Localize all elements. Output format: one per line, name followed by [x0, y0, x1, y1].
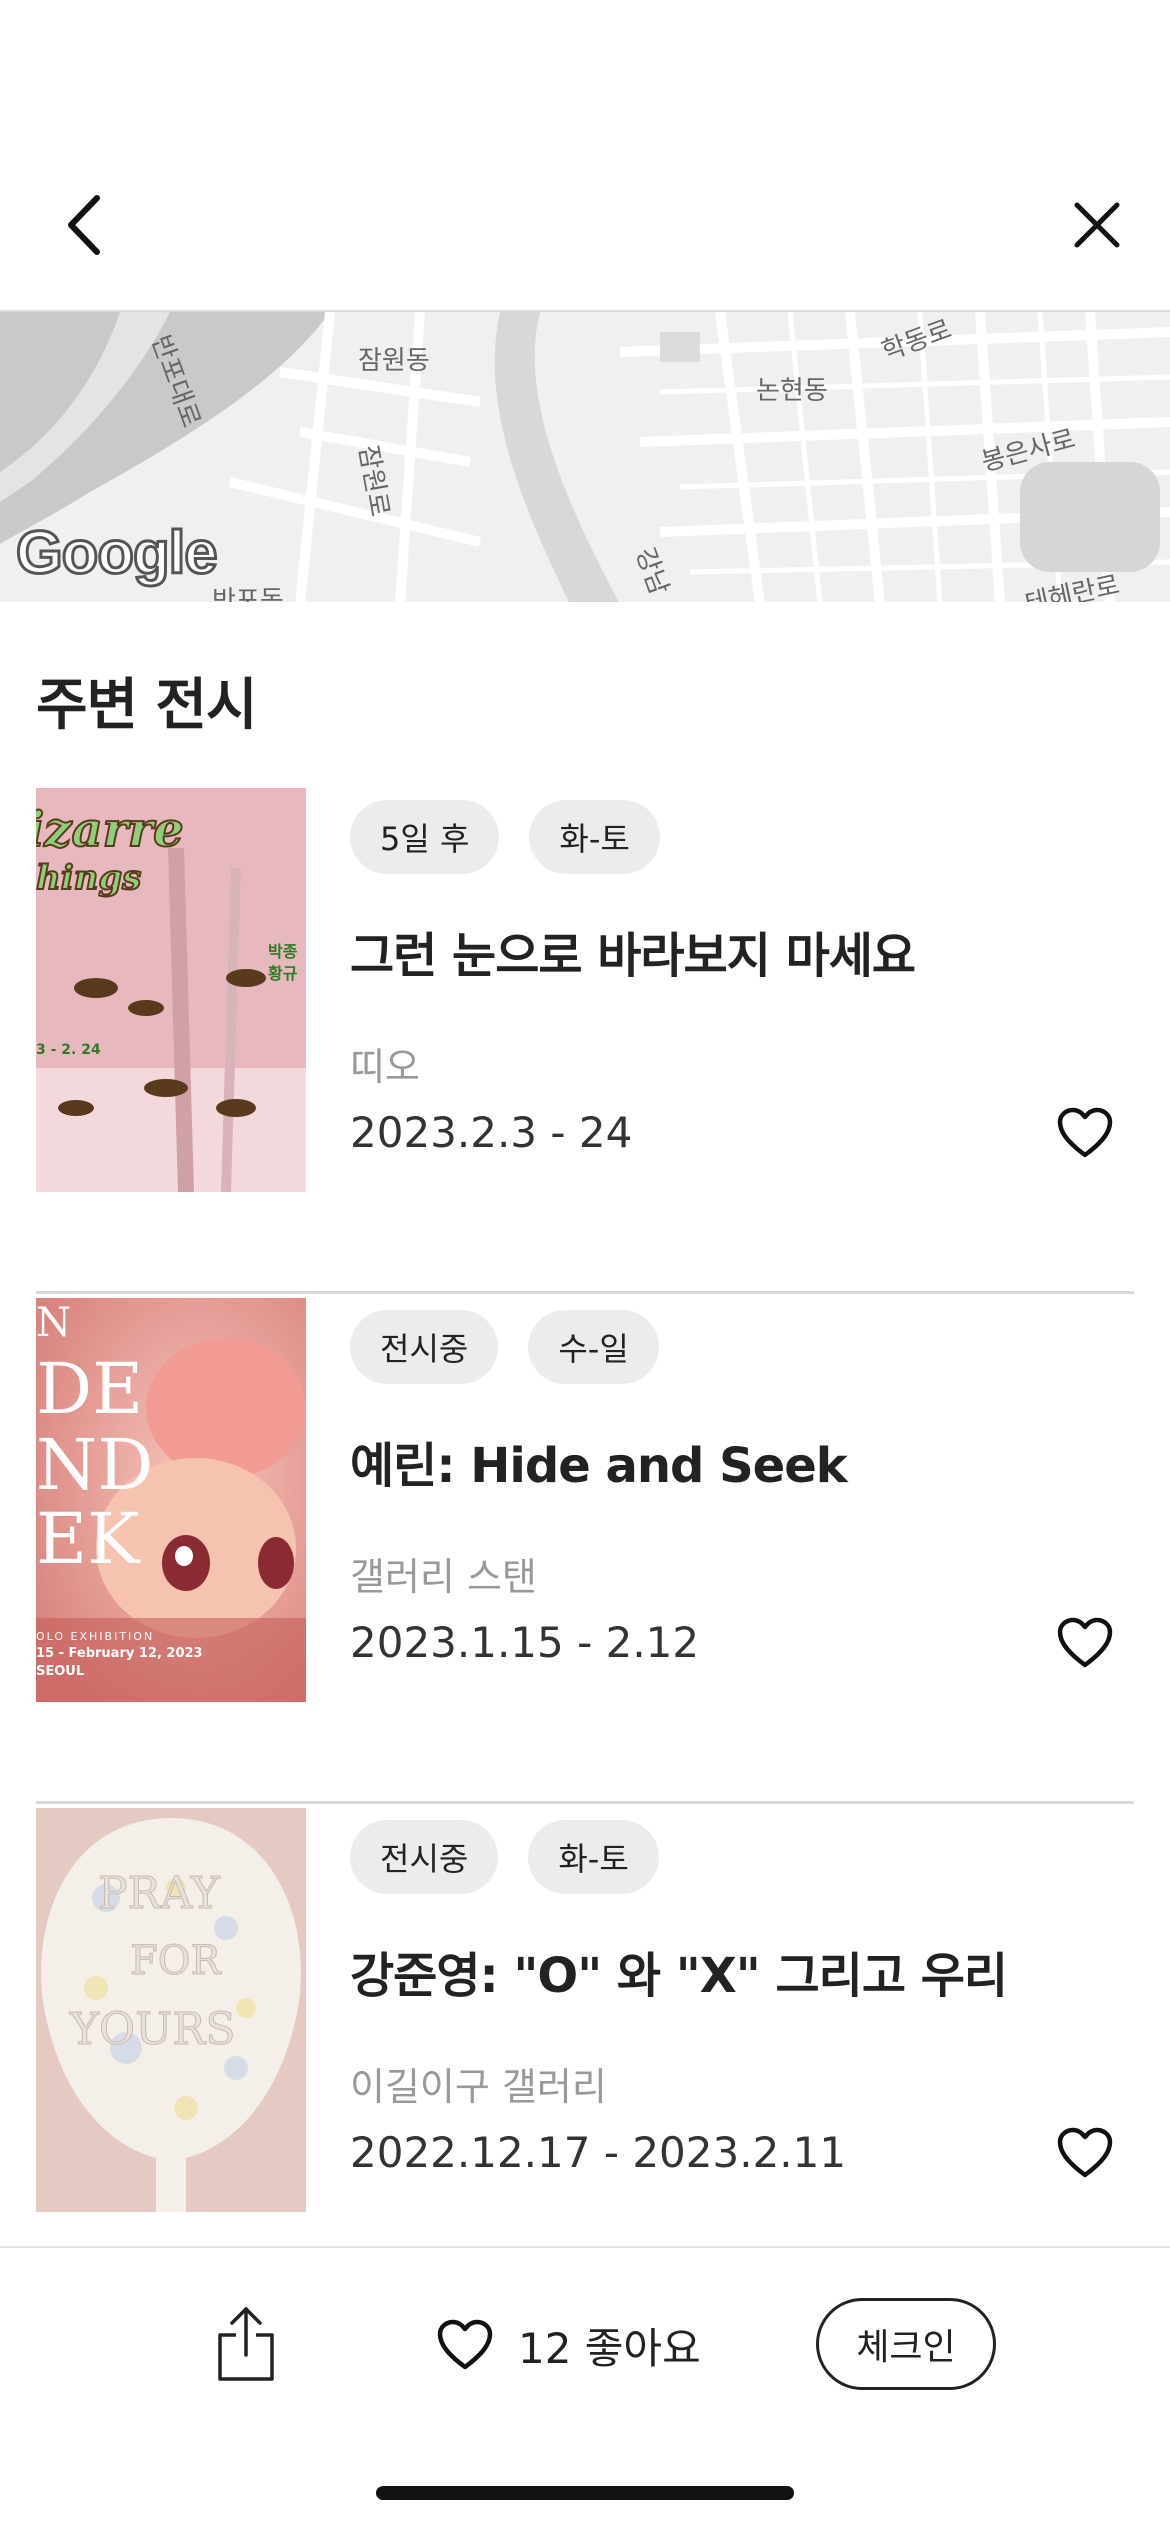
google-logo: Google — [15, 518, 220, 588]
back-button[interactable] — [40, 180, 130, 270]
days-tag: 수-일 — [528, 1310, 659, 1384]
heart-outline-icon — [1057, 2127, 1113, 2178]
exhibition-title[interactable]: 예린: Hide and Seek — [350, 1426, 848, 1496]
days-tag: 화-토 — [528, 1820, 659, 1894]
poster-text: 황규 — [268, 964, 298, 983]
exhibition-venue: 갤러리 스탠 — [350, 1555, 537, 1599]
share-button[interactable] — [206, 2298, 286, 2388]
section-title: 주변 전시 — [36, 673, 258, 738]
map-label: 논현동 — [756, 376, 828, 406]
share-icon — [218, 2307, 274, 2381]
poster-text: YOURS — [69, 2004, 236, 2056]
divider — [36, 1801, 1134, 1804]
exhibition-card[interactable]: izarre hings 박종 황규 3 - 2. 24 5일 후 화-토 그런… — [36, 788, 1134, 1294]
exhibition-dates: 2022.12.17 - 2023.2.11 — [350, 2128, 847, 2177]
exhibition-title[interactable]: 그런 눈으로 바라보지 마세요 — [350, 916, 916, 986]
checkin-button[interactable]: 체크인 — [816, 2298, 996, 2390]
likes-count: 12 좋아요 — [518, 2323, 701, 2373]
tag-list: 전시중 화-토 — [350, 1820, 659, 1894]
tag-list: 전시중 수-일 — [350, 1310, 659, 1384]
exhibition-poster: izarre hings 박종 황규 3 - 2. 24 — [36, 788, 306, 1192]
tag-list: 5일 후 화-토 — [350, 800, 660, 874]
poster-text: hings — [36, 857, 142, 899]
exhibition-dates: 2023.1.15 - 2.12 — [350, 1618, 700, 1667]
like-button[interactable] — [1050, 1608, 1120, 1678]
status-tag: 5일 후 — [350, 800, 500, 874]
home-indicator — [376, 2486, 794, 2500]
poster-text: N — [36, 1300, 71, 1346]
exhibition-poster: N DE ND EK OLO EXHIBITION 15 - February … — [36, 1298, 306, 1702]
poster-text: 3 - 2. 24 — [36, 1042, 101, 1058]
exhibition-venue: 띠오 — [350, 1045, 420, 1089]
poster-text: OLO EXHIBITION — [36, 1630, 155, 1643]
poster-text: ND — [36, 1424, 154, 1506]
poster-text: DE — [36, 1348, 144, 1430]
poster-text: 15 - February 12, 2023 — [36, 1646, 203, 1661]
divider — [36, 1291, 1134, 1294]
poster-text: SEOUL — [36, 1664, 85, 1679]
exhibition-card[interactable]: PRAY FOR YOURS 전시중 화-토 강준영: "O" 와 "X" 그리… — [36, 1808, 1134, 2314]
map-view[interactable]: 잠원동 반포대로 학동로 논현동 봉은사로 잠원로 강남 반포동 테헤란로 Go… — [0, 310, 1170, 602]
exhibition-title[interactable]: 강준영: "O" 와 "X" 그리고 우리 — [350, 1936, 1008, 2006]
chevron-left-icon — [68, 195, 100, 255]
poster-text: 박종 — [268, 942, 298, 961]
exhibition-venue: 이길이구 갤러리 — [350, 2065, 607, 2109]
heart-outline-icon — [1057, 1617, 1113, 1668]
poster-text: izarre — [36, 801, 185, 859]
poster-text: FOR — [130, 1938, 222, 1985]
likes-button[interactable]: 12 좋아요 — [436, 2308, 701, 2382]
close-button[interactable] — [1052, 180, 1142, 270]
top-bar — [0, 0, 1170, 310]
exhibition-poster: PRAY FOR YOURS — [36, 1808, 306, 2212]
like-button[interactable] — [1050, 2118, 1120, 2188]
close-icon — [1074, 202, 1120, 248]
days-tag: 화-토 — [529, 800, 660, 874]
poster-text: PRAY — [98, 1868, 221, 1920]
like-button[interactable] — [1050, 1098, 1120, 1168]
exhibition-card[interactable]: N DE ND EK OLO EXHIBITION 15 - February … — [36, 1298, 1134, 1804]
heart-outline-icon — [1057, 1107, 1113, 1158]
map-label: 잠원동 — [358, 346, 430, 376]
poster-text: EK — [36, 1498, 140, 1580]
exhibition-dates: 2023.2.3 - 24 — [350, 1108, 633, 1157]
status-tag: 전시중 — [350, 1820, 499, 1894]
map-label: 반포동 — [212, 586, 284, 602]
heart-outline-icon — [437, 2319, 493, 2370]
status-tag: 전시중 — [350, 1310, 499, 1384]
